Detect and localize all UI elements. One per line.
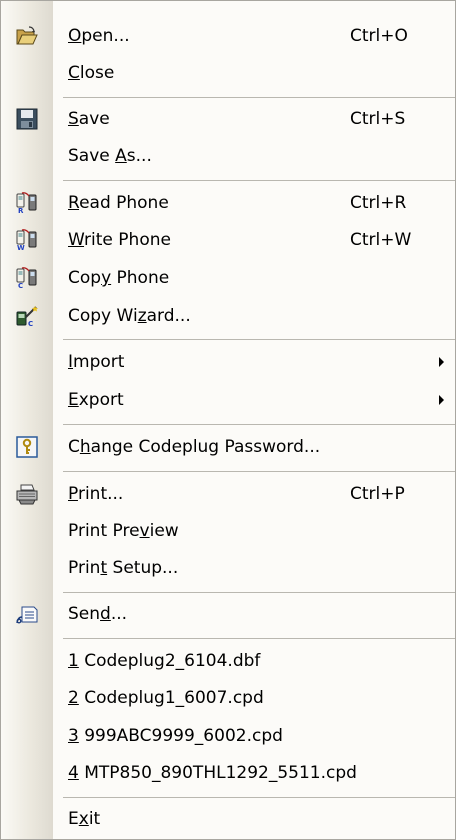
svg-text:C: C: [28, 320, 33, 327]
send-mail-icon: [16, 603, 38, 625]
menu-item-label: 3 999ABC9999_6002.cpd: [68, 726, 283, 746]
menu-item-label: 4 MTP850_890THL1292_5511.cpd: [68, 763, 357, 783]
menu-separator: [63, 471, 455, 472]
menu-item-export[interactable]: Export: [1, 385, 456, 415]
svg-text:W: W: [17, 244, 25, 251]
shortcut-open: Ctrl+O: [350, 26, 408, 46]
menu-item-change-codeplug-password[interactable]: Change Codeplug Password...: [1, 432, 456, 462]
menu-item-exit[interactable]: Exit: [1, 804, 456, 834]
menu-item-label: Print Preview: [68, 521, 179, 541]
menu-item-write-phone[interactable]: W Write Phone Ctrl+W: [1, 225, 456, 255]
menu-item-recent-file-1[interactable]: 1 Codeplug2_6104.dbf: [1, 646, 456, 676]
menu-item-label: 1 Codeplug2_6104.dbf: [68, 651, 261, 671]
menu-item-label: Read Phone: [68, 193, 169, 213]
menu-item-label: Save: [68, 109, 110, 129]
menu-separator: [63, 424, 455, 425]
menu-separator: [63, 339, 455, 340]
menu-item-close[interactable]: Close: [1, 58, 456, 88]
submenu-arrow-icon: [439, 395, 444, 405]
read-phone-icon: R: [16, 192, 38, 214]
menu-item-import[interactable]: Import: [1, 347, 456, 377]
menu-item-copy-phone[interactable]: C Copy Phone: [1, 263, 456, 293]
menu-item-copy-wizard[interactable]: C Copy Wizard...: [1, 301, 456, 331]
menu-item-label: Copy Phone: [68, 268, 170, 288]
svg-text:C: C: [18, 282, 23, 289]
copy-wizard-icon: C: [16, 305, 38, 327]
menu-item-label: Change Codeplug Password...: [68, 437, 321, 457]
menu-item-label: 2 Codeplug1_6007.cpd: [68, 688, 264, 708]
menu-item-label: Import: [68, 352, 125, 372]
menu-separator: [63, 638, 455, 639]
menu-item-label: Close: [68, 63, 115, 83]
menu-separator: [63, 592, 455, 593]
menu-item-print-setup[interactable]: Print Setup...: [1, 553, 456, 583]
menu-item-label: Copy Wizard...: [68, 306, 191, 326]
floppy-disk-icon: [16, 108, 38, 130]
menu-item-save-as[interactable]: Save As...: [1, 141, 456, 171]
menu-item-label: Write Phone: [68, 230, 171, 250]
menu-item-label: Open...: [68, 26, 130, 46]
menu-separator: [63, 97, 455, 98]
menu-item-label: Export: [68, 390, 124, 410]
menu-item-save[interactable]: Save Ctrl+S: [1, 104, 456, 134]
menu-separator: [63, 797, 455, 798]
open-folder-icon: [16, 25, 38, 47]
shortcut-print: Ctrl+P: [350, 484, 405, 504]
printer-icon: [16, 483, 38, 505]
menu-item-print[interactable]: Print... Ctrl+P: [1, 479, 456, 509]
file-menu: Open... Ctrl+O Close Save Ctrl+S Save As…: [0, 0, 456, 840]
shortcut-write-phone: Ctrl+W: [350, 230, 412, 250]
key-password-icon: [16, 436, 38, 458]
menu-item-recent-file-3[interactable]: 3 999ABC9999_6002.cpd: [1, 721, 456, 751]
menu-item-recent-file-4[interactable]: 4 MTP850_890THL1292_5511.cpd: [1, 758, 456, 788]
menu-item-read-phone[interactable]: R Read Phone Ctrl+R: [1, 188, 456, 218]
menu-item-recent-file-2[interactable]: 2 Codeplug1_6007.cpd: [1, 683, 456, 713]
menu-item-print-preview[interactable]: Print Preview: [1, 516, 456, 546]
menu-item-open[interactable]: Open... Ctrl+O: [1, 21, 456, 51]
menu-item-label: Send...: [68, 604, 128, 624]
menu-item-label: Print Setup...: [68, 558, 179, 578]
menu-item-send[interactable]: Send...: [1, 599, 456, 629]
shortcut-save: Ctrl+S: [350, 109, 406, 129]
submenu-arrow-icon: [439, 357, 444, 367]
write-phone-icon: W: [16, 229, 38, 251]
svg-text:R: R: [18, 207, 24, 214]
menu-item-label: Save As...: [68, 146, 152, 166]
menu-separator: [63, 180, 455, 181]
copy-phone-icon: C: [16, 267, 38, 289]
menu-item-label: Print...: [68, 484, 124, 504]
shortcut-read-phone: Ctrl+R: [350, 193, 407, 213]
menu-item-label: Exit: [68, 809, 101, 829]
